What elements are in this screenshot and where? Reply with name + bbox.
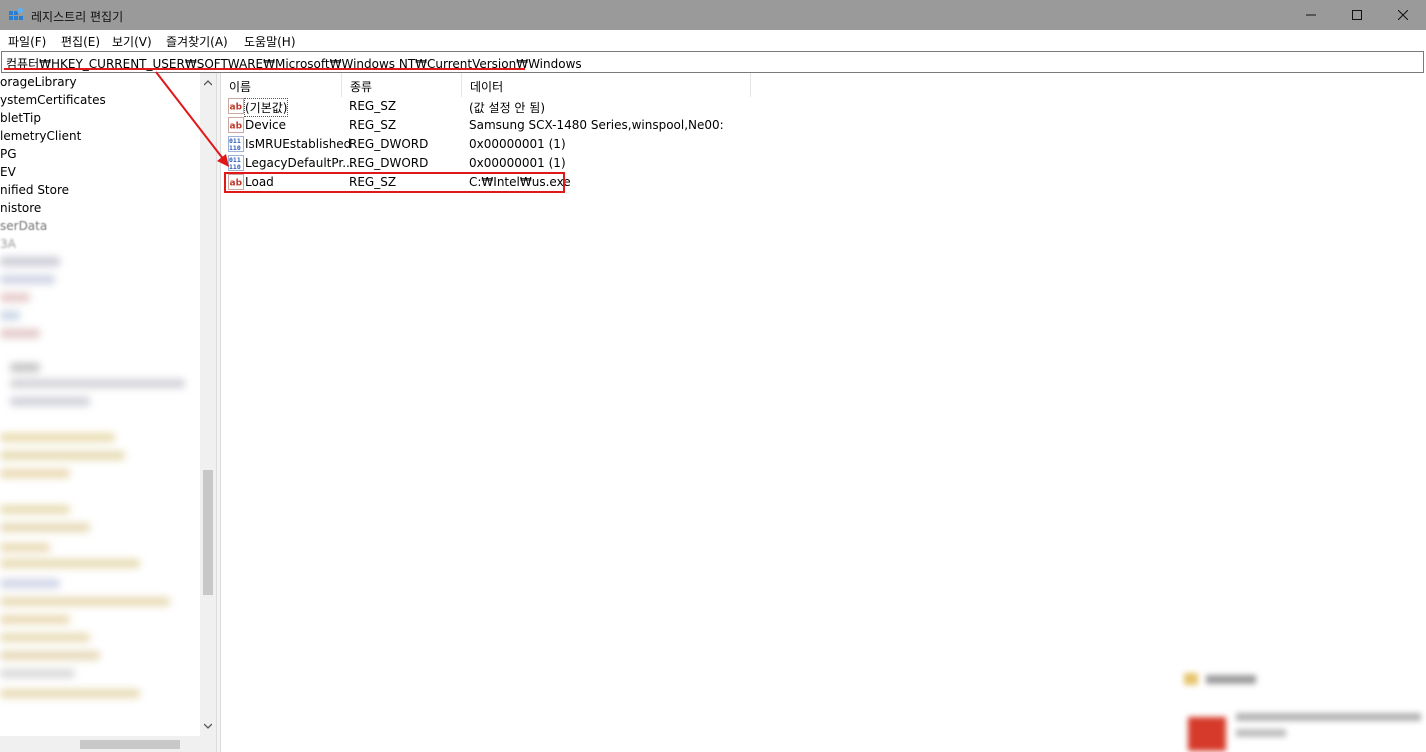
value-data: (값 설정 안 됨) <box>469 101 546 115</box>
menu-edit[interactable]: 편집(E) <box>61 33 100 50</box>
maximize-button[interactable] <box>1334 0 1380 30</box>
title-bar: 레지스트리 편집기 <box>0 0 1426 30</box>
column-header-type[interactable]: 종류 <box>342 73 462 97</box>
scroll-down-button[interactable] <box>200 718 216 734</box>
tree-item[interactable]: PG <box>0 147 17 165</box>
tree-item[interactable]: ystemCertificates <box>0 93 106 111</box>
chevron-down-icon <box>204 723 212 729</box>
tree-item[interactable]: lemetryClient <box>0 129 81 147</box>
dword-value-icon: 011 110 <box>228 155 244 171</box>
column-header-label: 데이터 <box>470 80 504 94</box>
menu-file[interactable]: 파일(F) <box>8 33 46 50</box>
path-annotation-underline <box>4 68 525 70</box>
tree-vertical-scrollbar[interactable] <box>200 73 216 738</box>
key-tree: orageLibrary ystemCertificates bletTip l… <box>0 73 216 752</box>
value-type: REG_DWORD <box>349 137 429 151</box>
tree-item[interactable]: EV <box>0 165 16 183</box>
close-icon <box>1398 10 1408 20</box>
value-data: Samsung SCX-1480 Series,winspool,Ne00: <box>469 118 724 132</box>
blurred-notification <box>1180 665 1426 752</box>
tree-item[interactable]: bletTip <box>0 111 41 129</box>
menu-favorites[interactable]: 즐겨찾기(A) <box>166 33 228 50</box>
chevron-up-icon <box>204 80 212 86</box>
value-type: REG_SZ <box>349 99 397 113</box>
menu-help[interactable]: 도움말(H) <box>244 33 296 50</box>
value-row[interactable]: ab (기본값) REG_SZ (값 설정 안 됨) <box>221 97 961 117</box>
value-name: (기본값) <box>243 98 289 117</box>
string-value-icon: ab <box>228 98 244 114</box>
column-header-name[interactable]: 이름 <box>221 73 342 97</box>
svg-text:ab: ab <box>230 122 243 132</box>
scroll-up-button[interactable] <box>200 75 216 91</box>
value-type: REG_DWORD <box>349 156 429 170</box>
value-name: LegacyDefaultPr... <box>245 156 354 170</box>
window-title: 레지스트리 편집기 <box>31 10 124 24</box>
minimize-button[interactable] <box>1288 0 1334 30</box>
tree-item[interactable]: serData <box>0 219 47 237</box>
column-header-data[interactable]: 데이터 <box>462 73 751 97</box>
menu-view[interactable]: 보기(V) <box>112 33 152 50</box>
svg-text:ab: ab <box>230 103 243 113</box>
value-data: 0x00000001 (1) <box>469 137 566 151</box>
maximize-icon <box>1352 10 1362 20</box>
tree-item[interactable]: orageLibrary <box>0 75 77 93</box>
tree-horizontal-scroll-thumb[interactable] <box>80 740 180 749</box>
dword-value-icon: 011 110 <box>228 136 244 152</box>
svg-text:110: 110 <box>229 163 241 171</box>
close-button[interactable] <box>1380 0 1426 30</box>
load-row-annotation-box <box>224 172 565 193</box>
tree-scroll-thumb[interactable] <box>203 470 213 595</box>
value-name: IsMRUEstablished <box>245 137 352 151</box>
string-value-icon: ab <box>228 117 244 133</box>
minimize-icon <box>1306 14 1316 16</box>
value-data: 0x00000001 (1) <box>469 156 566 170</box>
value-row[interactable]: 011 110 LegacyDefaultPr... REG_DWORD 0x0… <box>221 154 961 173</box>
svg-text:110: 110 <box>229 144 241 152</box>
registry-editor-icon <box>9 7 24 20</box>
value-name: Device <box>245 118 287 132</box>
value-type: REG_SZ <box>349 118 397 132</box>
value-row[interactable]: ab Device REG_SZ Samsung SCX-1480 Series… <box>221 116 961 135</box>
column-header-label: 종류 <box>350 80 373 94</box>
tree-item[interactable]: nified Store <box>0 183 69 201</box>
menu-bar: 파일(F) 편집(E) 보기(V) 즐겨찾기(A) 도움말(H) <box>0 30 1426 50</box>
tree-item[interactable]: nistore <box>0 201 41 219</box>
value-row[interactable]: 011 110 IsMRUEstablished REG_DWORD 0x000… <box>221 135 961 154</box>
blurred-tree-items <box>0 253 200 752</box>
column-header-label: 이름 <box>229 80 252 94</box>
